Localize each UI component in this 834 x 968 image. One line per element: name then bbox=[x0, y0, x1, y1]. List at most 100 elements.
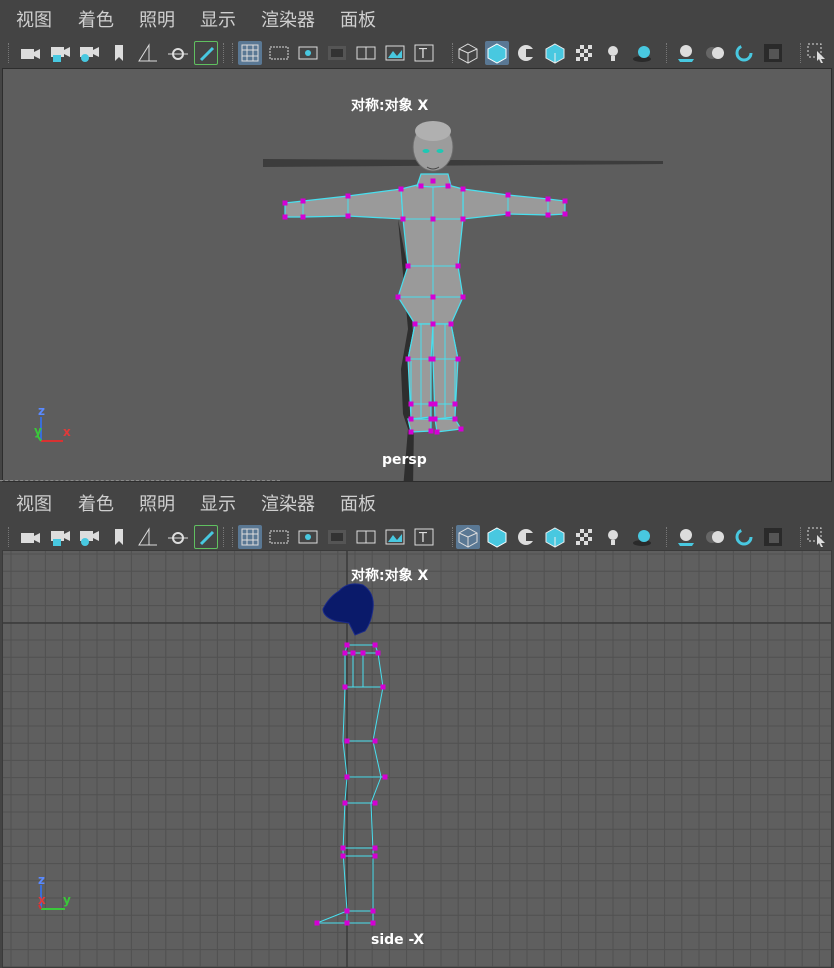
side-viewport[interactable]: 对称:对象 X side -X z x y bbox=[2, 550, 832, 968]
field-chart-icon[interactable] bbox=[354, 525, 378, 549]
vertex-marker bbox=[300, 214, 306, 220]
xray-icon[interactable] bbox=[805, 525, 829, 549]
gate-mask-icon[interactable] bbox=[325, 525, 349, 549]
vertex-marker bbox=[432, 416, 438, 422]
body-mesh bbox=[284, 173, 566, 433]
resolution-gate-icon[interactable] bbox=[296, 41, 320, 65]
perspective-scene bbox=[263, 121, 663, 481]
wireframe-icon[interactable] bbox=[456, 525, 480, 549]
panel-splitter[interactable] bbox=[0, 480, 280, 483]
textured-icon[interactable] bbox=[572, 525, 596, 549]
text-icon[interactable]: T bbox=[412, 525, 436, 549]
grid-toggle-icon[interactable] bbox=[238, 41, 262, 65]
vertex-marker bbox=[430, 321, 436, 327]
vertex-marker bbox=[382, 774, 388, 780]
motion-blur-icon[interactable] bbox=[703, 41, 727, 65]
menu-panels[interactable]: 面板 bbox=[340, 6, 376, 32]
shaded-wireframe-icon[interactable] bbox=[543, 525, 567, 549]
image-plane-icon[interactable] bbox=[383, 41, 407, 65]
field-chart-icon[interactable] bbox=[354, 41, 378, 65]
menu-view[interactable]: 视图 bbox=[16, 6, 52, 32]
vertex-marker bbox=[372, 738, 378, 744]
use-all-lights-icon[interactable] bbox=[601, 525, 625, 549]
vertex-marker bbox=[434, 429, 440, 435]
use-all-lights-icon[interactable] bbox=[601, 41, 625, 65]
menu-lighting[interactable]: 照明 bbox=[139, 490, 175, 516]
vertex-marker bbox=[505, 211, 511, 217]
vertex-marker bbox=[430, 356, 436, 362]
toolbar-separator bbox=[666, 43, 669, 63]
menu-show[interactable]: 显示 bbox=[200, 6, 236, 32]
camera-icon[interactable] bbox=[18, 41, 42, 65]
menu-shading[interactable]: 着色 bbox=[78, 6, 114, 32]
menu-renderer[interactable]: 渲染器 bbox=[261, 6, 315, 32]
vertex-marker bbox=[350, 650, 356, 656]
vertex-marker bbox=[562, 198, 568, 204]
grid-plane-icon[interactable] bbox=[135, 525, 159, 549]
film-gate-icon[interactable] bbox=[267, 41, 291, 65]
pencil-icon[interactable] bbox=[194, 525, 218, 549]
film-gate-icon[interactable] bbox=[267, 525, 291, 549]
bookmark-icon[interactable] bbox=[107, 525, 131, 549]
grid-plane-icon[interactable] bbox=[135, 41, 159, 65]
antialias-icon[interactable] bbox=[732, 525, 756, 549]
axis-z-label: z bbox=[38, 404, 45, 418]
vertex-marker bbox=[562, 211, 568, 217]
pencil-icon[interactable] bbox=[194, 41, 218, 65]
camera-lock-icon[interactable] bbox=[48, 525, 72, 549]
camera-settings-icon[interactable] bbox=[77, 41, 101, 65]
menu-panels[interactable]: 面板 bbox=[340, 490, 376, 516]
bookmark-icon[interactable] bbox=[107, 41, 131, 65]
head-wireframe bbox=[322, 583, 374, 636]
grid-toggle-icon[interactable] bbox=[238, 525, 262, 549]
xray-icon[interactable] bbox=[805, 41, 829, 65]
shadows-icon[interactable] bbox=[630, 525, 654, 549]
symmetry-label: 对称:对象 X bbox=[351, 98, 429, 114]
menu-renderer[interactable]: 渲染器 bbox=[261, 490, 315, 516]
antialias-icon[interactable] bbox=[732, 41, 756, 65]
screen-space-ao-icon[interactable] bbox=[674, 41, 698, 65]
screen-space-ao-icon[interactable] bbox=[674, 525, 698, 549]
isolate-select-icon[interactable] bbox=[761, 41, 785, 65]
vertex-marker bbox=[345, 213, 351, 219]
menu-show[interactable]: 显示 bbox=[200, 490, 236, 516]
menu-shading[interactable]: 着色 bbox=[78, 490, 114, 516]
axis-x-label: x bbox=[38, 893, 46, 907]
vertex-marker bbox=[375, 650, 381, 656]
menu-view[interactable]: 视图 bbox=[16, 490, 52, 516]
axis-y-label: y bbox=[63, 893, 71, 907]
vertex-marker bbox=[505, 192, 511, 198]
vertex-marker bbox=[282, 200, 288, 206]
grid-lines bbox=[3, 551, 831, 967]
vertex-marker bbox=[408, 401, 414, 407]
shadows-icon[interactable] bbox=[630, 41, 654, 65]
vertex-marker bbox=[340, 845, 346, 851]
smooth-shade-icon[interactable] bbox=[485, 41, 509, 65]
vertex-marker bbox=[405, 356, 411, 362]
default-material-icon[interactable] bbox=[514, 525, 538, 549]
perspective-viewport[interactable]: 对称:对象 X persp z y x bbox=[2, 68, 832, 482]
default-material-icon[interactable] bbox=[514, 41, 538, 65]
motion-blur-icon[interactable] bbox=[703, 525, 727, 549]
transform-pivot-icon[interactable] bbox=[165, 525, 189, 549]
menu-lighting[interactable]: 照明 bbox=[139, 6, 175, 32]
isolate-select-icon[interactable] bbox=[761, 525, 785, 549]
menu-bar: 视图 着色 照明 显示 渲染器 面板 bbox=[0, 484, 834, 522]
symmetry-label: 对称:对象 X bbox=[351, 568, 429, 584]
textured-icon[interactable] bbox=[572, 41, 596, 65]
image-plane-icon[interactable] bbox=[383, 525, 407, 549]
text-icon[interactable]: T bbox=[412, 41, 436, 65]
vertex-marker bbox=[344, 738, 350, 744]
shaded-wireframe-icon[interactable] bbox=[543, 41, 567, 65]
wireframe-icon[interactable] bbox=[456, 41, 480, 65]
resolution-gate-icon[interactable] bbox=[296, 525, 320, 549]
vertex-marker bbox=[370, 920, 376, 926]
camera-lock-icon[interactable] bbox=[48, 41, 72, 65]
vertex-marker bbox=[372, 642, 378, 648]
camera-settings-icon[interactable] bbox=[77, 525, 101, 549]
smooth-shade-icon[interactable] bbox=[485, 525, 509, 549]
gate-mask-icon[interactable] bbox=[325, 41, 349, 65]
camera-icon[interactable] bbox=[18, 525, 42, 549]
vertex-marker bbox=[408, 429, 414, 435]
transform-pivot-icon[interactable] bbox=[165, 41, 189, 65]
